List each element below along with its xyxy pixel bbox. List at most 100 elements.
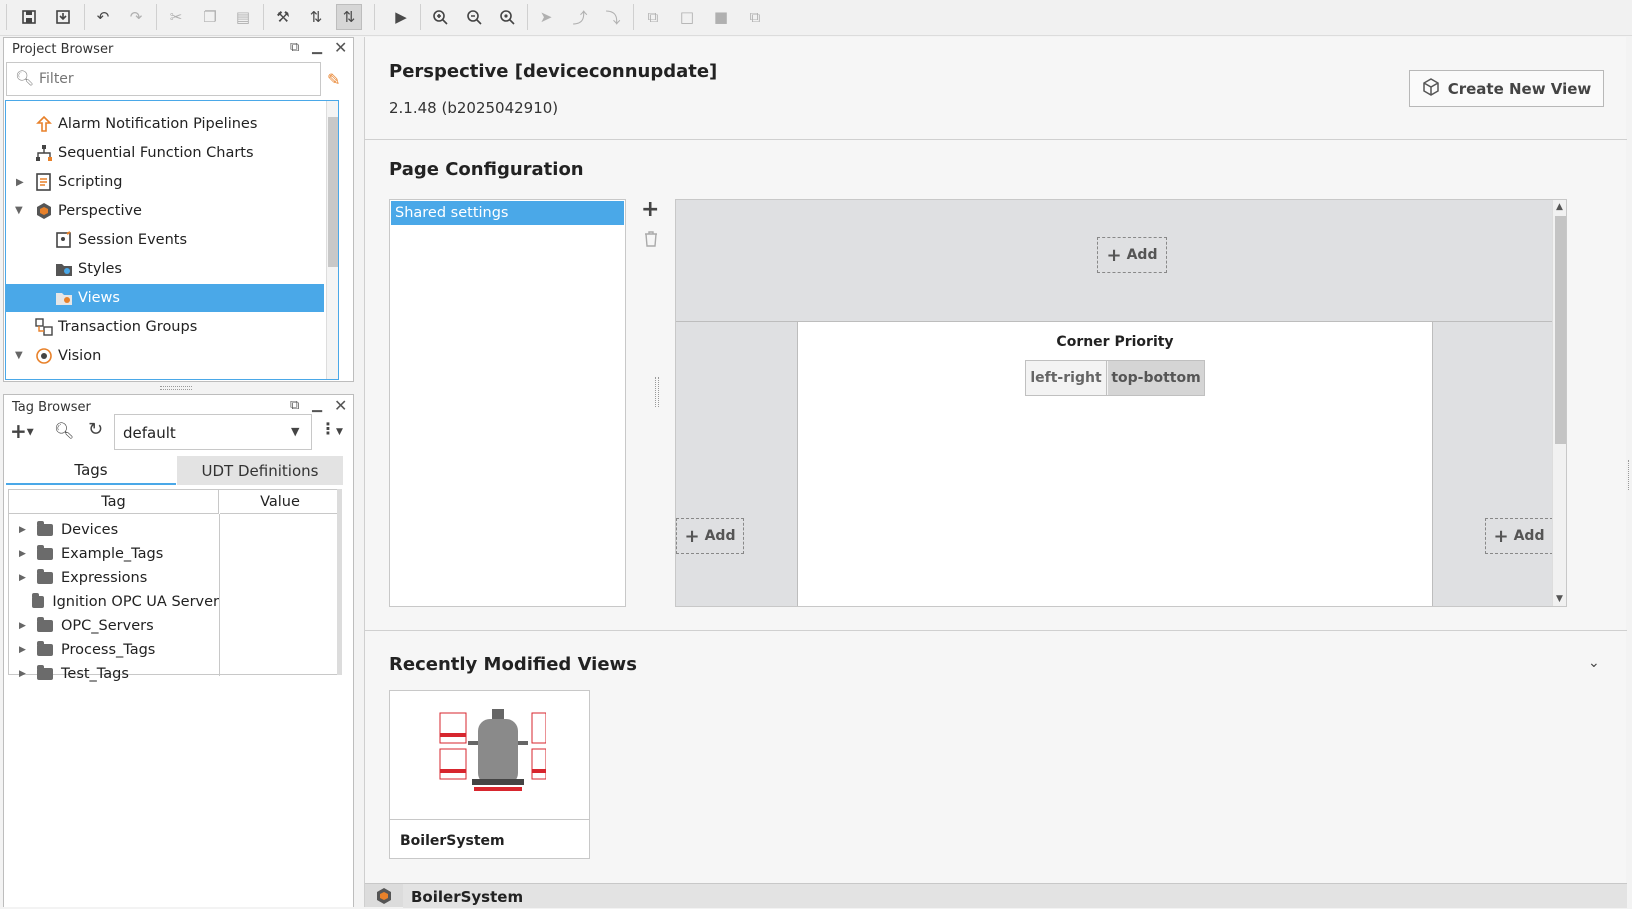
tag-row[interactable]: ▶ Devices [9,518,219,542]
create-new-view-button[interactable]: Create New View [1409,70,1604,107]
right-splitter-handle[interactable] [1628,460,1631,490]
chevron-down-icon[interactable]: ⌄ [1588,655,1600,671]
expand-arrow-icon[interactable]: ▶ [9,621,37,631]
more-options-icon[interactable]: ⋮▼ [320,419,343,438]
expand-arrow-icon[interactable]: ▶ [9,645,37,655]
tree-item-scripting[interactable]: Scripting [34,168,122,196]
save-icon[interactable] [16,4,42,30]
expand-arrow-icon[interactable]: ▶ [9,549,37,559]
filter-input[interactable] [39,69,309,89]
splitter-handle[interactable] [655,377,659,407]
minimize-icon[interactable]: ▁ [312,398,322,413]
tab-udt-definitions[interactable]: UDT Definitions [177,456,343,485]
column-header-tag[interactable]: Tag [9,490,219,514]
add-page-icon[interactable]: + [641,197,659,222]
expand-arrow-icon[interactable]: ▶ [9,525,37,535]
paste-icon[interactable]: ▤ [230,4,256,30]
panel-splitter[interactable] [160,386,192,390]
tag-row[interactable]: ▶ Test_Tags [9,662,219,686]
tree-item-alarm-pipelines[interactable]: Alarm Notification Pipelines [34,110,257,138]
recent-view-card[interactable]: BoilerSystem [389,690,590,859]
main-toolbar: ↶ ↷ ✂ ❐ ▤ ⚒ ⇅ ⇅ ▶ ➤ ⤴ ⤵ ⧉ □ ■ ⧉ [0,0,1632,36]
float-icon[interactable]: ⧉ [290,40,299,55]
divider [365,630,1627,631]
zoom-fit-icon[interactable] [494,4,520,30]
layout-scrollbar[interactable]: ▲ ▼ [1552,200,1566,606]
component-icon[interactable]: ⚒ [270,4,296,30]
delete-page-icon[interactable] [644,231,658,251]
expand-arrow-icon[interactable]: ▶ [9,669,37,679]
group-icon[interactable]: ⧉ [640,4,666,30]
scrollbar-thumb[interactable] [1555,216,1566,444]
column-header-label: Value [260,493,300,510]
preview-left-icon[interactable]: ⇅ [303,4,329,30]
add-left-dock-button[interactable]: + Add [676,518,744,554]
tree-item-views[interactable]: Views [6,284,324,312]
tree-scrollbar[interactable] [326,101,338,379]
tab-boiler-system[interactable]: BoilerSystem [403,884,1627,908]
corner-priority-toggle: left-right top-bottom [1025,360,1205,396]
tree-item-sfc[interactable]: Sequential Function Charts [34,139,254,167]
preview-right-icon[interactable]: ⇅ [336,4,362,30]
expand-arrow-icon[interactable]: ▶ [9,573,37,583]
tag-row[interactable]: ▶ OPC_Servers [9,614,219,638]
tag-browser-title: Tag Browser [12,400,91,415]
tag-row[interactable]: ▶ Process_Tags [9,638,219,662]
styles-icon [54,259,74,279]
add-top-dock-button[interactable]: + Add [1097,237,1167,273]
filter-wand-icon[interactable]: ✎ [327,70,340,89]
corner-top-bottom-option[interactable]: top-bottom [1108,361,1204,395]
tree-item-label: Session Events [78,232,188,248]
zoom-out-icon[interactable] [461,4,487,30]
corner-left-right-option[interactable]: left-right [1026,361,1107,395]
connect-icon[interactable]: ⤴ [567,4,593,30]
close-icon[interactable]: ✕ [334,38,347,57]
tree-item-styles[interactable]: Styles [54,255,122,283]
tab-tags[interactable]: Tags [6,456,176,485]
tag-row-label: Test_Tags [61,666,129,682]
add-right-dock-button[interactable]: + Add [1485,518,1553,554]
folder-icon [37,521,53,536]
tag-row[interactable]: ▶ Expressions [9,566,219,590]
filter-field[interactable]: 🔍︎ [6,62,321,96]
tab-label: BoilerSystem [411,888,524,906]
tree-item-perspective[interactable]: Perspective [34,197,142,225]
play-icon[interactable]: ▶ [388,4,414,30]
collapse-arrow-icon[interactable]: ▼ [15,350,23,361]
connect-alt-icon[interactable]: ⤵ [600,4,626,30]
center-region: Corner Priority left-right top-bottom [798,322,1432,606]
search-icon[interactable]: 🔍︎ [54,421,74,440]
tree-item-session-events[interactable]: Session Events [54,226,187,254]
tree-item-vision[interactable]: Vision [34,342,101,370]
tag-row[interactable]: ▶ Example_Tags [9,542,219,566]
plus-icon: + [1106,244,1122,266]
tree-item-transaction-groups[interactable]: Transaction Groups [34,313,197,341]
tag-table-scrollbar[interactable] [337,489,342,675]
add-tag-icon[interactable]: +▼ [10,419,34,443]
refresh-icon[interactable]: ↻ [88,419,103,440]
back-icon[interactable]: ⧉ [742,4,768,30]
tree-item-label: Vision [58,348,102,364]
float-icon[interactable]: ⧉ [290,398,299,413]
redo-icon[interactable]: ↷ [123,4,149,30]
zoom-in-icon[interactable] [427,4,453,30]
cut-icon[interactable]: ✂ [163,4,189,30]
project-tree: Alarm Notification Pipelines Sequential … [5,100,339,380]
save-all-icon[interactable] [50,4,76,30]
scroll-up-icon[interactable]: ▲ [1556,202,1563,212]
list-item-shared-settings[interactable]: Shared settings [391,201,624,225]
collapse-arrow-icon[interactable]: ▼ [15,205,23,216]
pointer-icon[interactable]: ➤ [533,4,559,30]
copy-icon[interactable]: ❐ [197,4,223,30]
minimize-icon[interactable]: ▁ [312,40,322,55]
close-icon[interactable]: ✕ [334,396,347,415]
scroll-down-icon[interactable]: ▼ [1556,594,1563,604]
column-header-value[interactable]: Value [220,490,340,514]
ungroup-icon[interactable]: □ [674,4,700,30]
undo-icon[interactable]: ↶ [90,4,116,30]
expand-arrow-icon[interactable]: ▶ [16,177,24,188]
scrollbar-thumb[interactable] [328,117,338,267]
tag-provider-select[interactable]: default ▼ [114,414,312,450]
tag-row[interactable]: Ignition OPC UA Server [9,590,219,614]
front-icon[interactable]: ■ [708,4,734,30]
